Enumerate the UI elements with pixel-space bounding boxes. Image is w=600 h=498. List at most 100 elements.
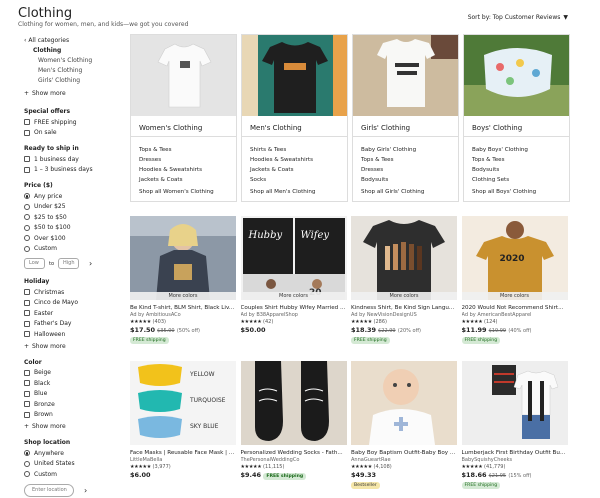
checkbox[interactable] [24, 401, 30, 408]
filter-christmas[interactable]: Christmas [24, 287, 114, 298]
category-image[interactable] [353, 35, 458, 116]
listing-image[interactable]: 2020 More colors [461, 216, 568, 300]
filter-halloween[interactable]: Halloween [24, 329, 114, 340]
checkbox[interactable] [24, 411, 30, 418]
listing-image[interactable]: More colors [130, 216, 236, 300]
listing-title[interactable]: 2020 Would Not Recommend Shirt... [462, 304, 568, 312]
category-link[interactable]: Jackets & Coats [250, 165, 347, 175]
price-low-input[interactable]: Low [24, 258, 45, 269]
listing-title[interactable]: Personalized Wedding Socks - Fath... [241, 449, 347, 457]
price-25-50[interactable]: $25 to $50 [24, 212, 114, 223]
category-link[interactable]: Bodysuits [361, 175, 458, 185]
checkbox[interactable] [24, 320, 30, 327]
checkbox[interactable] [24, 129, 30, 136]
shop-all-link[interactable]: Shop all Women's Clothing [139, 187, 236, 197]
filter-black[interactable]: Black [24, 378, 114, 389]
current-category[interactable]: Clothing [24, 46, 114, 56]
listing-seller[interactable]: ThePersonalWeddingCo [241, 457, 347, 464]
shop-all-link[interactable]: Shop all Girls' Clothing [361, 187, 458, 197]
listing-image[interactable] [240, 361, 347, 445]
filter-easter[interactable]: Easter [24, 308, 114, 319]
radio[interactable] [24, 245, 30, 252]
filter-brown[interactable]: Brown [24, 410, 114, 421]
category-link[interactable]: Socks [250, 175, 347, 185]
checkbox[interactable] [24, 331, 30, 338]
category-card-girls[interactable]: Girls' Clothing Baby Girls' Clothing Top… [352, 34, 459, 202]
subcategory-link[interactable]: Girls' Clothing [24, 76, 114, 86]
checkbox[interactable] [24, 369, 30, 376]
listing-seller[interactable]: Ad by AmbitiousACo [130, 312, 236, 319]
category-link[interactable]: Bodysuits [472, 165, 569, 175]
listing-seller[interactable]: LittleMaBella [130, 457, 236, 464]
location-united-states[interactable]: United States [24, 459, 114, 470]
listing-card[interactable]: YELLOW TURQUOISE SKY BLUE Face Masks | R… [130, 361, 236, 481]
category-card-womens[interactable]: Women's Clothing Tops & Tees Dresses Hoo… [130, 34, 237, 202]
radio[interactable] [24, 471, 30, 478]
listing-card[interactable]: 2020 More colors 2020 Would Not Recommen… [461, 216, 568, 361]
listing-seller[interactable]: Ad by NewVisionDesignUS [351, 312, 457, 319]
category-image[interactable] [242, 35, 347, 116]
checkbox[interactable] [24, 310, 30, 317]
radio[interactable] [24, 235, 30, 242]
category-link[interactable]: Baby Boys' Clothing [472, 145, 569, 155]
listing-card[interactable]: Personalized Wedding Socks - Fath... The… [240, 361, 347, 481]
checkbox[interactable] [24, 390, 30, 397]
listing-image[interactable]: YELLOW TURQUOISE SKY BLUE [130, 361, 236, 445]
category-name[interactable]: Boys' Clothing [464, 116, 569, 136]
category-link[interactable]: Hoodies & Sweatshirts [250, 155, 347, 165]
radio[interactable] [24, 214, 30, 221]
category-link[interactable]: Shirts & Tees [250, 145, 347, 155]
radio[interactable] [24, 460, 30, 467]
arrow-right-icon[interactable]: › [89, 259, 92, 268]
location-input[interactable]: Enter location [24, 483, 74, 497]
category-link[interactable]: Dresses [139, 155, 236, 165]
price-any[interactable]: Any price [24, 191, 114, 202]
checkbox[interactable] [24, 156, 30, 163]
listing-title[interactable]: Face Masks | Reusable Face Mask | F... [130, 449, 236, 457]
price-under-25[interactable]: Under $25 [24, 202, 114, 213]
category-image[interactable] [131, 35, 236, 116]
category-link[interactable]: Tops & Tees [472, 155, 569, 165]
filter-on-sale[interactable]: On sale [24, 128, 114, 139]
price-high-input[interactable]: High [58, 258, 80, 269]
listing-seller[interactable]: AnnaGueartRae [351, 457, 457, 464]
price-over-100[interactable]: Over $100 [24, 233, 114, 244]
category-card-boys[interactable]: Boys' Clothing Baby Boys' Clothing Tops … [463, 34, 570, 202]
radio[interactable] [24, 450, 30, 457]
show-more-holiday[interactable]: + Show more [24, 342, 114, 352]
listing-image[interactable]: More colors [351, 216, 457, 300]
category-name[interactable]: Men's Clothing [242, 116, 347, 136]
listing-title[interactable]: Be Kind T-shirt, BLM Shirt, Black Liv... [130, 304, 236, 312]
checkbox[interactable] [24, 289, 30, 296]
filter-blue[interactable]: Blue [24, 389, 114, 400]
listing-seller[interactable]: Ad by B38ApparelShop [241, 312, 347, 319]
price-50-100[interactable]: $50 to $100 [24, 223, 114, 234]
category-name[interactable]: Girls' Clothing [353, 116, 458, 136]
listing-card[interactable]: Lumberjack First Birthday Outfit Bu... B… [461, 361, 568, 489]
category-link[interactable]: Tops & Tees [139, 145, 236, 155]
listing-image[interactable] [461, 361, 568, 445]
all-categories-link[interactable]: ‹ All categories [24, 36, 114, 46]
category-link[interactable]: Baby Girls' Clothing [361, 145, 458, 155]
subcategory-link[interactable]: Women's Clothing [24, 56, 114, 66]
listing-image[interactable]: 20 Hubby Wifey More colors [240, 216, 347, 300]
arrow-right-icon[interactable]: › [84, 486, 87, 495]
listing-image[interactable] [351, 361, 457, 445]
category-link[interactable]: Dresses [361, 165, 458, 175]
location-anywhere[interactable]: Anywhere [24, 448, 114, 459]
category-image[interactable] [464, 35, 569, 116]
subcategory-link[interactable]: Men's Clothing [24, 66, 114, 76]
listing-title[interactable]: Kindness Shirt, Be Kind Sign Langu... [351, 304, 457, 312]
show-more-color[interactable]: + Show more [24, 422, 114, 432]
listing-card[interactable]: 20 Hubby Wifey More colors Couples Shirt… [240, 216, 347, 361]
shop-all-link[interactable]: Shop all Men's Clothing [250, 187, 347, 197]
filter-fathers-day[interactable]: Father's Day [24, 319, 114, 330]
listing-card[interactable]: More colors Be Kind T-shirt, BLM Shirt, … [130, 216, 236, 361]
filter-cinco-de-mayo[interactable]: Cinco de Mayo [24, 298, 114, 309]
category-link[interactable]: Jackets & Coats [139, 175, 236, 185]
filter-bronze[interactable]: Bronze [24, 399, 114, 410]
checkbox[interactable] [24, 380, 30, 387]
filter-free-shipping[interactable]: FREE shipping [24, 117, 114, 128]
listing-seller[interactable]: Ad by AmericanBestApparel [462, 312, 568, 319]
listing-title[interactable]: Lumberjack First Birthday Outfit Bu... [462, 449, 568, 457]
